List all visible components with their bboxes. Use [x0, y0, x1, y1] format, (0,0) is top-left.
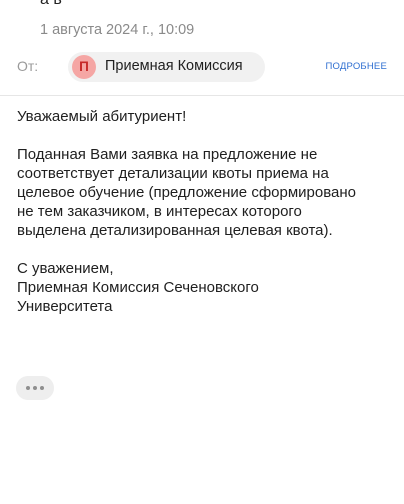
from-label: От: — [17, 58, 39, 74]
folder-label: а в — [40, 0, 62, 9]
message-paragraph: Поданная Вами заявка на предложение не с… — [17, 146, 356, 239]
message-greeting: Уважаемый абитуриент! — [17, 108, 187, 125]
show-quoted-button[interactable] — [16, 376, 54, 400]
sender-avatar: П — [72, 55, 96, 79]
message-body: Уважаемый абитуриент! Поданная Вами заяв… — [17, 107, 387, 335]
details-link[interactable]: ПОДРОБНЕЕ — [325, 61, 387, 72]
sender-row: От: П Приемная Комиссия ПОДРОБНЕЕ — [0, 52, 404, 82]
sender-name: Приемная Комиссия — [105, 58, 243, 74]
header-divider — [0, 95, 404, 96]
message-signature: С уважением, Приемная Комиссия Сеченовск… — [17, 260, 259, 315]
sender-chip[interactable]: П Приемная Комиссия — [68, 52, 265, 82]
message-date: 1 августа 2024 г., 10:09 — [40, 22, 195, 38]
